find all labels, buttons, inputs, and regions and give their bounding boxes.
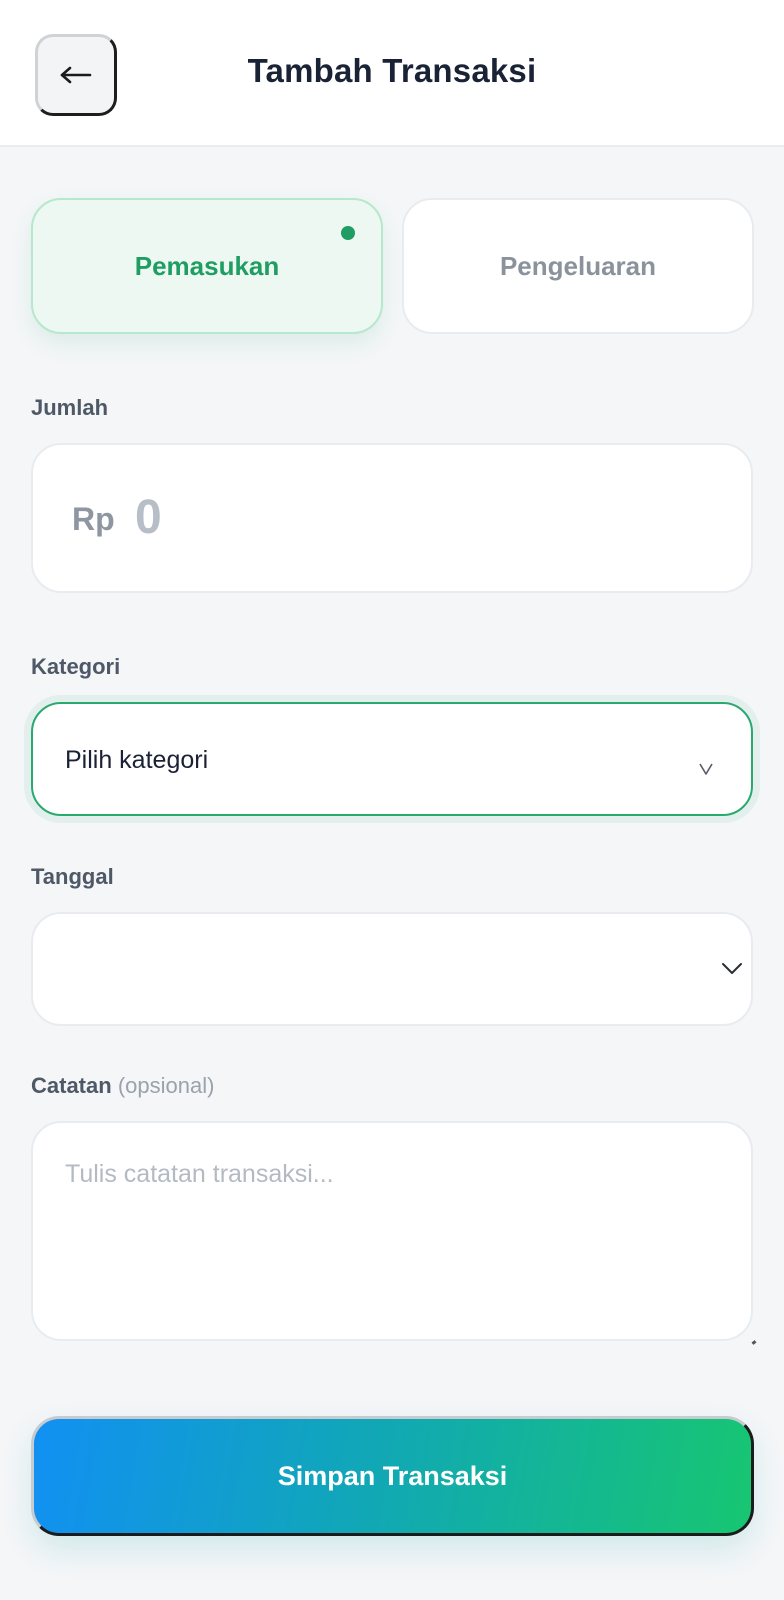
dot-icon (341, 226, 355, 240)
note-label: Catatan (opsional) (31, 1073, 214, 1099)
chevron-down-icon (721, 962, 743, 981)
amount-input[interactable]: Rp 0 (31, 443, 753, 593)
amount-value: 0 (135, 491, 162, 544)
date-input[interactable] (31, 912, 753, 1026)
expense-toggle-button[interactable]: Pengeluaran (402, 198, 754, 334)
expense-toggle-label: Pengeluaran (499, 250, 657, 281)
note-placeholder: Tulis catatan transaksi... (65, 1160, 334, 1188)
category-label: Kategori (31, 654, 121, 679)
optional-hint: (opsional) (117, 1073, 215, 1098)
page-title: Tambah Transaksi (247, 52, 537, 89)
chevron-down-icon (699, 762, 713, 780)
amount-label: Jumlah (31, 395, 109, 420)
category-selected-value: Pilih kategori (65, 746, 209, 774)
category-select[interactable]: Pilih kategori (31, 702, 753, 816)
app-header: Tambah Transaksi (0, 0, 784, 147)
currency-prefix: Rp (72, 501, 115, 537)
resize-handle-icon[interactable] (751, 1340, 757, 1345)
save-transaction-label: Simpan Transaksi (277, 1460, 508, 1491)
income-toggle-label: Pemasukan (134, 250, 280, 281)
save-transaction-button[interactable]: Simpan Transaksi (31, 1416, 754, 1536)
note-textarea[interactable]: Tulis catatan transaksi... (31, 1121, 757, 1345)
note-label-text: Catatan (31, 1073, 112, 1098)
date-label: Tanggal (31, 864, 114, 889)
income-toggle-button[interactable]: Pemasukan (31, 198, 383, 334)
